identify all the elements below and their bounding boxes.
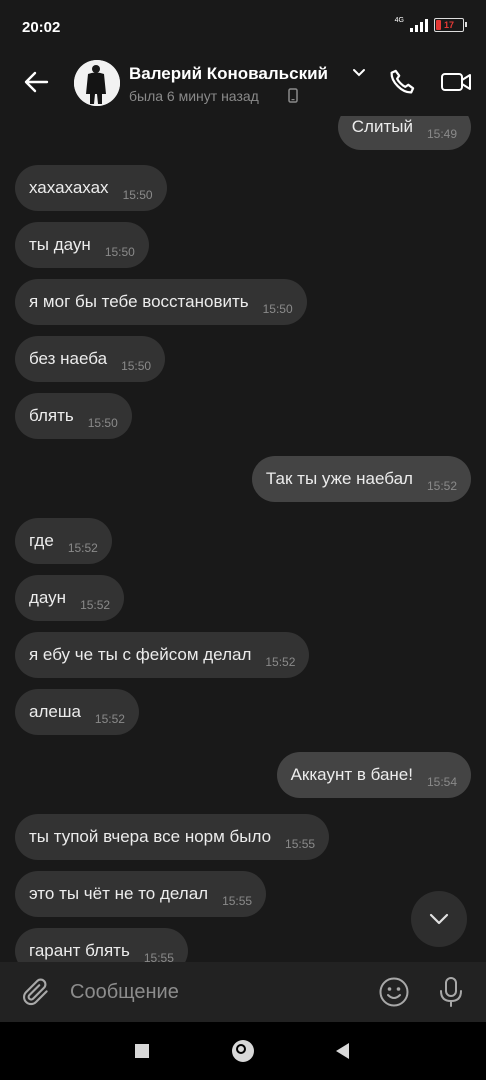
status-bar: 20:02 4G 17 bbox=[0, 0, 486, 56]
message-text: гарант блять bbox=[29, 941, 130, 960]
message-text: Аккаунт в бане! bbox=[290, 765, 413, 784]
message-bubble-incoming[interactable]: я мог бы тебе восстановить 15:50 bbox=[15, 279, 307, 325]
message-text: я ебу че ты с фейсом делал bbox=[29, 645, 252, 664]
message-bubble-incoming[interactable]: это ты чёт не то делал 15:55 bbox=[15, 871, 267, 917]
voice-message-button[interactable] bbox=[433, 974, 469, 1010]
system-navigation-bar bbox=[0, 1022, 486, 1080]
video-call-button[interactable] bbox=[438, 64, 474, 100]
message-bubble-incoming[interactable]: где 15:52 bbox=[15, 518, 112, 564]
message-bubble-incoming[interactable]: ты даун 15:50 bbox=[15, 222, 149, 268]
message-text: Слитый bbox=[351, 117, 413, 136]
message-text: Так ты уже наебал bbox=[265, 469, 413, 488]
message-time: 15:50 bbox=[262, 302, 293, 316]
message-time: 15:52 bbox=[80, 598, 111, 612]
message-bubble-incoming[interactable]: гарант блять 15:55 bbox=[15, 928, 188, 962]
message-text: это ты чёт не то делал bbox=[29, 884, 209, 903]
network-type: 4G bbox=[394, 16, 404, 24]
message-text: даун bbox=[29, 588, 67, 607]
chevron-down-icon bbox=[429, 913, 449, 925]
battery-icon: 17 bbox=[434, 18, 467, 32]
message-time: 15:52 bbox=[426, 479, 457, 493]
message-bubble-incoming[interactable]: я ебу че ты с фейсом делал 15:52 bbox=[15, 632, 310, 678]
arrow-left-icon bbox=[24, 71, 49, 93]
message-text: алеша bbox=[29, 702, 81, 721]
message-bubble-outgoing[interactable]: Так ты уже наебал 15:52 bbox=[251, 456, 471, 502]
message-text: ты даун bbox=[29, 235, 91, 254]
message-bubble-outgoing[interactable]: Слитый 15:49 bbox=[337, 116, 471, 150]
emoji-button[interactable] bbox=[376, 974, 412, 1010]
video-camera-icon bbox=[441, 73, 471, 91]
message-time: 15:55 bbox=[285, 837, 316, 851]
call-button[interactable] bbox=[384, 64, 420, 100]
phone-icon bbox=[390, 69, 415, 94]
back-button[interactable] bbox=[18, 64, 54, 100]
message-bubble-incoming[interactable]: алеша 15:52 bbox=[15, 689, 139, 735]
smile-icon bbox=[379, 977, 409, 1007]
message-list[interactable]: Слитый 15:49 хахахахах 15:50 ты даун 15:… bbox=[0, 116, 486, 962]
message-bubble-incoming[interactable]: блять 15:50 bbox=[15, 393, 132, 439]
message-text: без наеба bbox=[29, 349, 108, 368]
message-time: 15:55 bbox=[222, 894, 253, 908]
avatar-photo bbox=[74, 60, 120, 106]
recent-apps-button[interactable] bbox=[135, 1044, 149, 1058]
paperclip-icon bbox=[23, 978, 48, 1006]
home-button[interactable] bbox=[232, 1040, 254, 1062]
message-time: 15:50 bbox=[121, 359, 152, 373]
message-text: ты тупой вчера все норм было bbox=[29, 827, 272, 846]
message-time: 15:52 bbox=[94, 712, 125, 726]
chat-header: Валерий Коновальский была 6 минут назад bbox=[0, 56, 486, 116]
status-time: 20:02 bbox=[22, 19, 61, 36]
message-bubble-incoming[interactable]: даун 15:52 bbox=[15, 575, 125, 621]
battery-level: 17 bbox=[443, 20, 454, 30]
message-text: где bbox=[29, 531, 54, 550]
message-time: 15:54 bbox=[426, 775, 457, 789]
message-time: 15:55 bbox=[143, 951, 174, 962]
status-icons: 4G 17 bbox=[394, 16, 467, 32]
signal-icon bbox=[410, 18, 428, 32]
contact-name[interactable]: Валерий Коновальский bbox=[129, 64, 328, 84]
message-composer bbox=[0, 962, 486, 1022]
message-bubble-incoming[interactable]: ты тупой вчера все норм было 15:55 bbox=[15, 814, 330, 860]
message-time: 15:49 bbox=[426, 127, 457, 141]
message-input[interactable] bbox=[70, 976, 360, 1008]
last-seen-status: была 6 минут назад bbox=[129, 88, 259, 104]
chevron-down-icon[interactable] bbox=[352, 68, 366, 78]
microphone-icon bbox=[440, 977, 462, 1007]
message-time: 15:52 bbox=[265, 655, 296, 669]
message-bubble-incoming[interactable]: хахахахах 15:50 bbox=[15, 165, 167, 211]
message-text: я мог бы тебе восстановить bbox=[29, 292, 249, 311]
message-time: 15:52 bbox=[67, 541, 98, 555]
mobile-device-icon bbox=[288, 88, 298, 103]
message-bubble-incoming[interactable]: без наеба 15:50 bbox=[15, 336, 166, 382]
attach-button[interactable] bbox=[18, 974, 54, 1010]
message-time: 15:50 bbox=[104, 245, 135, 259]
message-time: 15:50 bbox=[87, 416, 118, 430]
system-back-button[interactable] bbox=[336, 1043, 349, 1059]
message-bubble-outgoing[interactable]: Аккаунт в бане! 15:54 bbox=[276, 752, 471, 798]
avatar[interactable] bbox=[74, 60, 120, 106]
message-time: 15:50 bbox=[122, 188, 153, 202]
scroll-to-bottom-button[interactable] bbox=[411, 891, 467, 947]
message-text: блять bbox=[29, 406, 74, 425]
message-text: хахахахах bbox=[29, 178, 109, 197]
